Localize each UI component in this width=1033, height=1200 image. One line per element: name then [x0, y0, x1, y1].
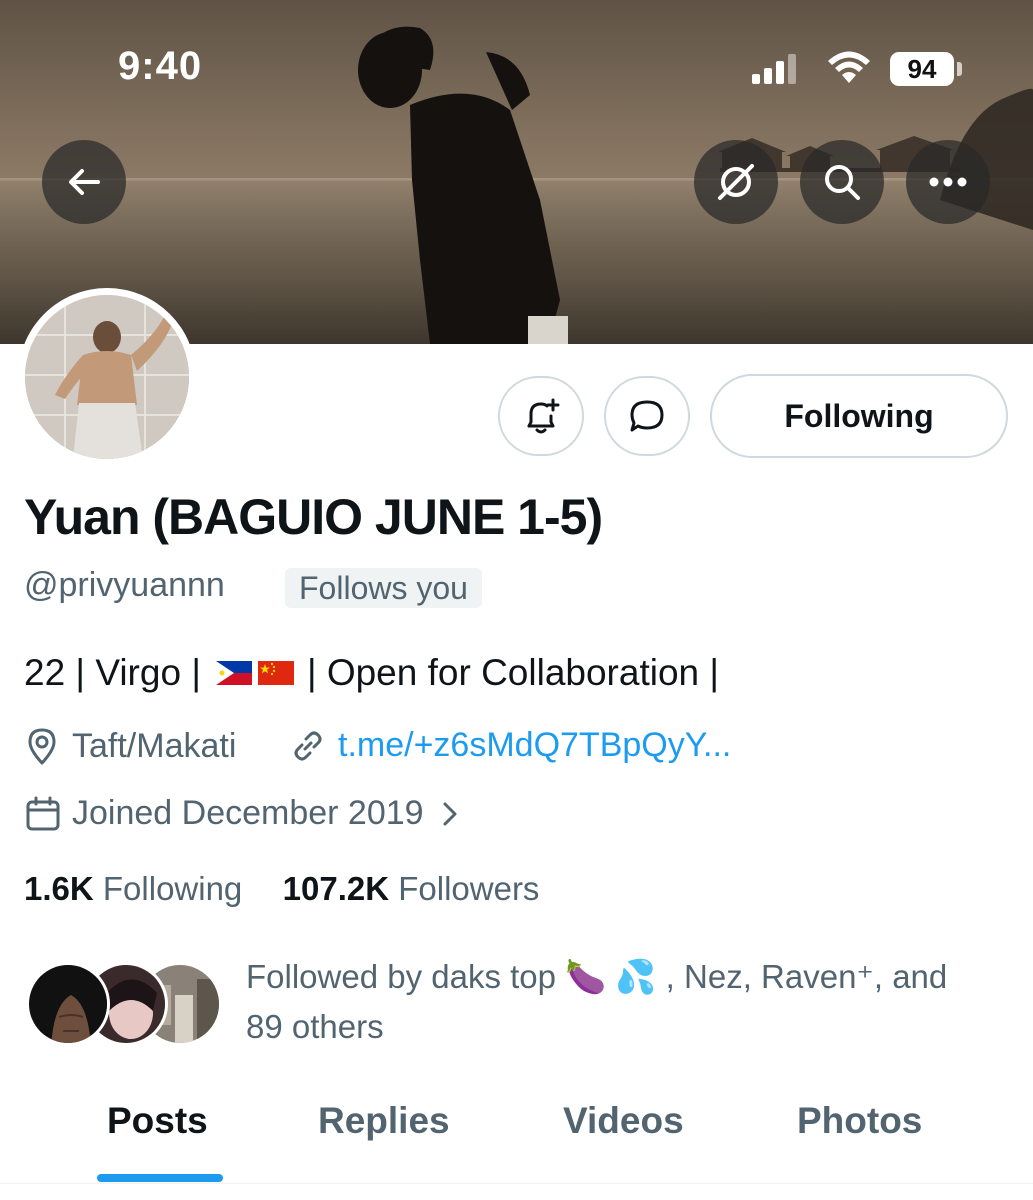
grok-button[interactable]	[694, 140, 778, 224]
followed-by-text[interactable]: Followed by daks top 🍆 💦 , Nez, Raven⁺, …	[246, 952, 1006, 1052]
location-text: Taft/Makati	[72, 726, 237, 765]
tab-replies[interactable]: Replies	[318, 1100, 450, 1142]
tabs-divider	[0, 1183, 1033, 1184]
followers-count: 107.2K	[282, 870, 390, 907]
avatar[interactable]	[25, 295, 189, 459]
tab-posts[interactable]: Posts	[107, 1100, 208, 1142]
notifications-button[interactable]	[498, 376, 584, 456]
grok-icon	[718, 164, 754, 200]
profile-website[interactable]: t.me/+z6sMdQ7TBpQyY...	[290, 726, 731, 765]
china-flag-icon	[257, 661, 294, 685]
avatar-frame[interactable]	[18, 288, 196, 466]
search-icon	[825, 165, 860, 200]
profile-bio: 22 | Virgo | | Open for Collaboration |	[24, 652, 719, 694]
joined-text: Joined December 2019	[72, 794, 424, 832]
more-icon	[929, 177, 967, 187]
back-button[interactable]	[42, 140, 126, 224]
back-arrow-icon	[69, 169, 100, 195]
following-button[interactable]: Following	[710, 374, 1008, 458]
link-icon	[294, 731, 322, 760]
mutual-avatar-1[interactable]	[26, 962, 110, 1046]
following-label: Following	[102, 870, 243, 907]
message-button[interactable]	[604, 376, 690, 456]
battery-indicator: 94	[890, 52, 954, 86]
battery-tip	[957, 62, 962, 76]
more-button[interactable]	[906, 140, 990, 224]
wifi-icon	[828, 51, 870, 83]
follows-you-badge: Follows you	[285, 568, 482, 608]
profile-stats: 1.6K Following 107.2K Followers	[24, 870, 539, 908]
following-stat[interactable]: 1.6K Following	[24, 870, 242, 907]
active-tab-indicator	[97, 1174, 223, 1182]
calendar-icon	[26, 796, 60, 830]
philippines-flag-icon	[215, 661, 252, 685]
status-time: 9:40	[118, 44, 203, 88]
profile-name: Yuan (BAGUIO JUNE 1-5)	[24, 489, 603, 545]
tab-videos[interactable]: Videos	[563, 1100, 684, 1142]
following-count: 1.6K	[24, 870, 94, 907]
bio-text-start: 22 | Virgo |	[24, 652, 201, 693]
followers-label: Followers	[398, 870, 540, 907]
followed-by-line-1: Followed by daks top 🍆 💦 , Nez, Raven⁺, …	[246, 958, 948, 995]
bio-text-end: | Open for Collaboration |	[306, 652, 719, 693]
website-link[interactable]: t.me/+z6sMdQ7TBpQyY...	[338, 726, 731, 765]
followers-stat[interactable]: 107.2K Followers	[283, 870, 540, 907]
tab-photos[interactable]: Photos	[797, 1100, 922, 1142]
search-button[interactable]	[800, 140, 884, 224]
notification-add-icon	[527, 398, 560, 434]
cellular-signal-icon	[752, 54, 796, 84]
status-bar: 9:40 94	[0, 0, 1033, 110]
profile-location: Taft/Makati	[24, 726, 236, 766]
profile-handle: @privyuannn	[24, 566, 225, 604]
location-icon	[28, 728, 56, 765]
followed-by-line-2: 89 others	[246, 1008, 384, 1045]
profile-joined[interactable]: Joined December 2019	[24, 794, 462, 833]
message-icon	[630, 400, 664, 432]
chevron-right-icon	[443, 802, 457, 825]
